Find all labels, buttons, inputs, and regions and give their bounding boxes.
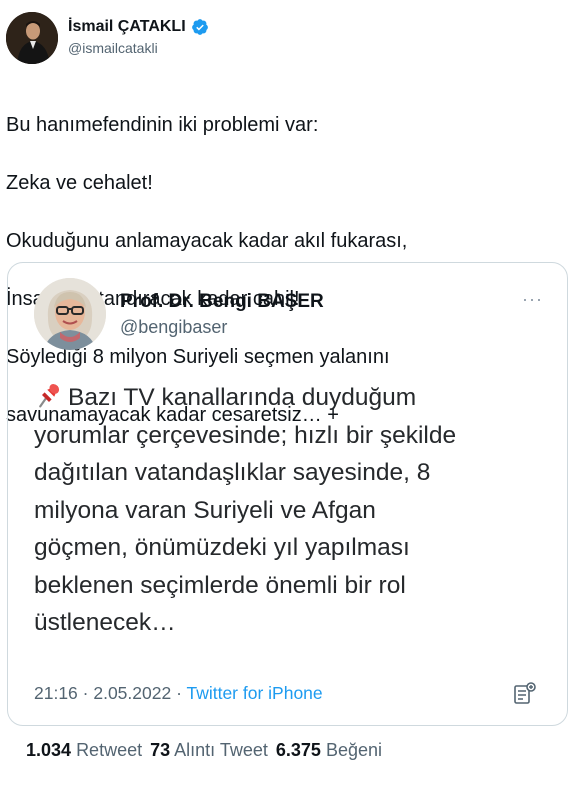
quoted-avatar[interactable] — [34, 278, 106, 350]
retweets-count: 1.034 — [26, 740, 72, 760]
quoted-line: üstlenecek… — [34, 609, 176, 636]
quoted-tweet-card[interactable]: Prof. Dr. Bengi BAŞER @bengibaser ··· Ba… — [7, 262, 568, 726]
tweet-source-link[interactable]: Twitter for iPhone — [186, 683, 322, 703]
quotes-stat[interactable]: 73 Alıntı Tweet — [150, 740, 268, 761]
tweet-line: Okuduğunu anlamayacak kadar akıl fukaras… — [6, 230, 408, 252]
tweet-time[interactable]: 21:16 — [34, 683, 78, 703]
quotes-label: Alıntı Tweet — [174, 740, 268, 760]
pushpin-icon — [39, 384, 60, 408]
quoted-tweet-text: Bazı TV kanallarında duyduğum yorumlar ç… — [34, 379, 554, 642]
more-options-icon[interactable]: ··· — [522, 289, 543, 310]
quoted-line: göçmen, önümüzdeki yıl yapılması — [34, 534, 410, 561]
meta-separator: · — [77, 683, 94, 703]
author-display-name[interactable]: İsmail ÇATAKLI — [68, 18, 186, 36]
quoted-line: beklenen seçimlerde önemli bir rol — [34, 571, 406, 599]
quoted-avatar-image — [34, 278, 106, 350]
author-name-row: İsmail ÇATAKLI — [68, 18, 209, 36]
retweets-stat[interactable]: 1.034 Retweet — [26, 740, 142, 761]
tweet-date[interactable]: 2.05.2022 — [93, 683, 171, 703]
quoted-handle[interactable]: @bengibaser — [120, 317, 227, 338]
avatar-image — [6, 12, 58, 64]
engagement-stats: 1.034 Retweet 73 Alıntı Tweet 6.375 Beğe… — [26, 740, 382, 761]
verified-badge-icon — [191, 19, 208, 35]
likes-stat[interactable]: 6.375 Beğeni — [276, 740, 382, 761]
quoted-line: milyona varan Suriyeli ve Afgan — [34, 496, 376, 524]
meta-separator: · — [171, 683, 187, 703]
quoted-display-name[interactable]: Prof. Dr. Bengi BAŞER — [120, 291, 324, 313]
quoted-line: yorumlar çerçevesinde; hızlı bir şekilde — [34, 421, 457, 449]
tweet-line: Zeka ve cehalet! — [6, 172, 153, 194]
notes-icon[interactable] — [512, 681, 538, 707]
quoted-line: dağıtılan vatandaşlıklar sayesinde, 8 — [34, 459, 431, 486]
quoted-timestamp-row: 21:16 · 2.05.2022 · Twitter for iPhone — [34, 683, 323, 704]
avatar[interactable] — [6, 12, 58, 64]
likes-label: Beğeni — [325, 740, 382, 760]
likes-count: 6.375 — [275, 740, 321, 760]
author-handle[interactable]: @ismailcatakli — [68, 40, 158, 56]
quotes-count: 73 — [150, 740, 171, 760]
tweet-header: İsmail ÇATAKLI @ismailcatakli — [6, 12, 578, 68]
tweet-line: Bu hanımefendinin iki problemi var: — [6, 114, 319, 136]
retweets-label: Retweet — [76, 740, 143, 760]
quoted-line: Bazı TV kanallarında duyduğum — [68, 384, 417, 411]
